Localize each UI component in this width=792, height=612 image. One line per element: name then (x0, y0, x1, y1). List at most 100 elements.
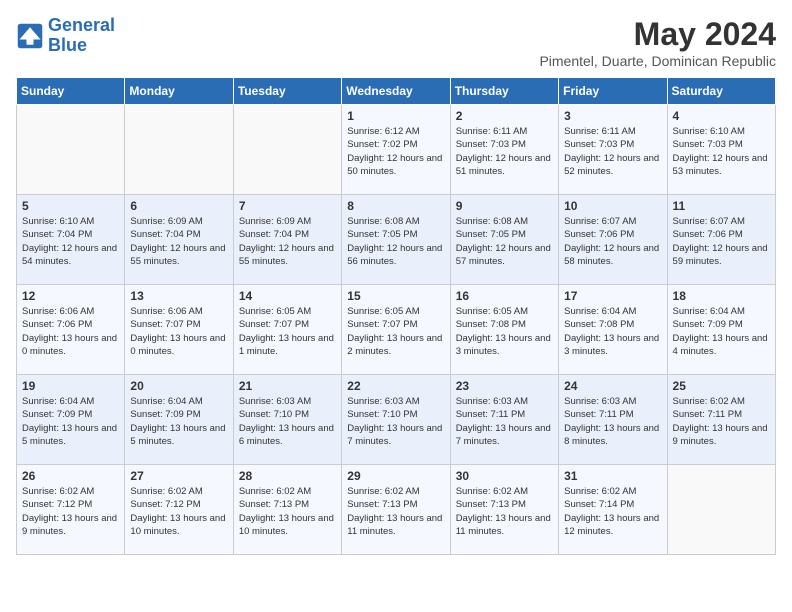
day-info: Sunrise: 6:04 AM Sunset: 7:09 PM Dayligh… (673, 305, 770, 358)
day-info: Sunrise: 6:09 AM Sunset: 7:04 PM Dayligh… (239, 215, 336, 268)
calendar-week-row: 19 Sunrise: 6:04 AM Sunset: 7:09 PM Dayli… (17, 375, 776, 465)
day-info: Sunrise: 6:05 AM Sunset: 7:07 PM Dayligh… (239, 305, 336, 358)
day-number: 29 (347, 469, 444, 483)
day-number: 31 (564, 469, 661, 483)
calendar-day-cell: 13 Sunrise: 6:06 AM Sunset: 7:07 PM Dayli… (125, 285, 233, 375)
day-info: Sunrise: 6:06 AM Sunset: 7:07 PM Dayligh… (130, 305, 227, 358)
day-info: Sunrise: 6:11 AM Sunset: 7:03 PM Dayligh… (456, 125, 553, 178)
weekday-header-cell: Thursday (450, 78, 558, 105)
day-number: 16 (456, 289, 553, 303)
day-number: 2 (456, 109, 553, 123)
logo: General Blue (16, 16, 115, 56)
calendar-day-cell: 6Sunrise: 6:09 AM Sunset: 7:04 PM Daylig… (125, 195, 233, 285)
day-info: Sunrise: 6:07 AM Sunset: 7:06 PM Dayligh… (564, 215, 661, 268)
day-info: Sunrise: 6:09 AM Sunset: 7:04 PM Dayligh… (130, 215, 227, 268)
calendar-table: SundayMondayTuesdayWednesdayThursdayFrid… (16, 77, 776, 555)
weekday-header-row: SundayMondayTuesdayWednesdayThursdayFrid… (17, 78, 776, 105)
calendar-day-cell: 5Sunrise: 6:10 AM Sunset: 7:04 PM Daylig… (17, 195, 125, 285)
day-info: Sunrise: 6:04 AM Sunset: 7:09 PM Dayligh… (130, 395, 227, 448)
day-number: 3 (564, 109, 661, 123)
day-info: Sunrise: 6:02 AM Sunset: 7:13 PM Dayligh… (347, 485, 444, 538)
day-number: 11 (673, 199, 770, 213)
weekday-header-cell: Friday (559, 78, 667, 105)
location-subtitle: Pimentel, Duarte, Dominican Republic (539, 53, 776, 69)
logo-icon (16, 22, 44, 50)
calendar-day-cell: 22 Sunrise: 6:03 AM Sunset: 7:10 PM Dayli… (342, 375, 450, 465)
logo-line2: Blue (48, 35, 87, 55)
day-info: Sunrise: 6:02 AM Sunset: 7:11 PM Dayligh… (673, 395, 770, 448)
calendar-day-cell: 15 Sunrise: 6:05 AM Sunset: 7:07 PM Dayli… (342, 285, 450, 375)
day-number: 10 (564, 199, 661, 213)
day-number: 15 (347, 289, 444, 303)
calendar-body: 1 Sunrise: 6:12 AM Sunset: 7:02 PM Daylig… (17, 105, 776, 555)
page-header: General Blue May 2024 Pimentel, Duarte, … (16, 16, 776, 69)
calendar-day-cell: 24Sunrise: 6:03 AM Sunset: 7:11 PM Dayli… (559, 375, 667, 465)
calendar-day-cell: 29 Sunrise: 6:02 AM Sunset: 7:13 PM Dayli… (342, 465, 450, 555)
calendar-day-cell: 8 Sunrise: 6:08 AM Sunset: 7:05 PM Daylig… (342, 195, 450, 285)
day-info: Sunrise: 6:02 AM Sunset: 7:13 PM Dayligh… (456, 485, 553, 538)
day-number: 19 (22, 379, 119, 393)
day-info: Sunrise: 6:02 AM Sunset: 7:12 PM Dayligh… (22, 485, 119, 538)
day-number: 27 (130, 469, 227, 483)
day-number: 22 (347, 379, 444, 393)
day-info: Sunrise: 6:11 AM Sunset: 7:03 PM Dayligh… (564, 125, 661, 178)
calendar-day-cell: 30Sunrise: 6:02 AM Sunset: 7:13 PM Dayli… (450, 465, 558, 555)
calendar-day-cell: 12 Sunrise: 6:06 AM Sunset: 7:06 PM Dayli… (17, 285, 125, 375)
calendar-day-cell: 26 Sunrise: 6:02 AM Sunset: 7:12 PM Dayli… (17, 465, 125, 555)
day-number: 14 (239, 289, 336, 303)
calendar-day-cell: 23Sunrise: 6:03 AM Sunset: 7:11 PM Dayli… (450, 375, 558, 465)
calendar-day-cell: 3 Sunrise: 6:11 AM Sunset: 7:03 PM Daylig… (559, 105, 667, 195)
day-info: Sunrise: 6:04 AM Sunset: 7:08 PM Dayligh… (564, 305, 661, 358)
calendar-day-cell: 27 Sunrise: 6:02 AM Sunset: 7:12 PM Dayli… (125, 465, 233, 555)
calendar-day-cell (17, 105, 125, 195)
calendar-day-cell: 28Sunrise: 6:02 AM Sunset: 7:13 PM Dayli… (233, 465, 341, 555)
day-number: 21 (239, 379, 336, 393)
day-info: Sunrise: 6:10 AM Sunset: 7:03 PM Dayligh… (673, 125, 770, 178)
day-info: Sunrise: 6:05 AM Sunset: 7:07 PM Dayligh… (347, 305, 444, 358)
weekday-header-cell: Sunday (17, 78, 125, 105)
logo-line1: General (48, 15, 115, 35)
calendar-day-cell: 4Sunrise: 6:10 AM Sunset: 7:03 PM Daylig… (667, 105, 775, 195)
day-number: 13 (130, 289, 227, 303)
calendar-day-cell: 25 Sunrise: 6:02 AM Sunset: 7:11 PM Dayli… (667, 375, 775, 465)
day-number: 26 (22, 469, 119, 483)
day-info: Sunrise: 6:04 AM Sunset: 7:09 PM Dayligh… (22, 395, 119, 448)
day-number: 25 (673, 379, 770, 393)
calendar-day-cell: 21 Sunrise: 6:03 AM Sunset: 7:10 PM Dayli… (233, 375, 341, 465)
day-info: Sunrise: 6:07 AM Sunset: 7:06 PM Dayligh… (673, 215, 770, 268)
calendar-day-cell: 31 Sunrise: 6:02 AM Sunset: 7:14 PM Dayli… (559, 465, 667, 555)
calendar-day-cell (233, 105, 341, 195)
day-number: 24 (564, 379, 661, 393)
day-info: Sunrise: 6:02 AM Sunset: 7:14 PM Dayligh… (564, 485, 661, 538)
calendar-week-row: 26 Sunrise: 6:02 AM Sunset: 7:12 PM Dayli… (17, 465, 776, 555)
day-number: 20 (130, 379, 227, 393)
calendar-day-cell: 9 Sunrise: 6:08 AM Sunset: 7:05 PM Daylig… (450, 195, 558, 285)
day-info: Sunrise: 6:03 AM Sunset: 7:10 PM Dayligh… (239, 395, 336, 448)
weekday-header-cell: Tuesday (233, 78, 341, 105)
day-number: 28 (239, 469, 336, 483)
calendar-day-cell: 17Sunrise: 6:04 AM Sunset: 7:08 PM Dayli… (559, 285, 667, 375)
day-number: 18 (673, 289, 770, 303)
day-info: Sunrise: 6:08 AM Sunset: 7:05 PM Dayligh… (456, 215, 553, 268)
day-number: 9 (456, 199, 553, 213)
day-info: Sunrise: 6:12 AM Sunset: 7:02 PM Dayligh… (347, 125, 444, 178)
day-info: Sunrise: 6:06 AM Sunset: 7:06 PM Dayligh… (22, 305, 119, 358)
calendar-day-cell (667, 465, 775, 555)
calendar-day-cell: 18 Sunrise: 6:04 AM Sunset: 7:09 PM Dayli… (667, 285, 775, 375)
calendar-day-cell: 20 Sunrise: 6:04 AM Sunset: 7:09 PM Dayli… (125, 375, 233, 465)
day-info: Sunrise: 6:05 AM Sunset: 7:08 PM Dayligh… (456, 305, 553, 358)
day-number: 1 (347, 109, 444, 123)
day-number: 5 (22, 199, 119, 213)
weekday-header-cell: Saturday (667, 78, 775, 105)
day-info: Sunrise: 6:03 AM Sunset: 7:10 PM Dayligh… (347, 395, 444, 448)
logo-text: General Blue (48, 16, 115, 56)
day-info: Sunrise: 6:02 AM Sunset: 7:12 PM Dayligh… (130, 485, 227, 538)
calendar-day-cell: 10 Sunrise: 6:07 AM Sunset: 7:06 PM Dayli… (559, 195, 667, 285)
calendar-day-cell: 14 Sunrise: 6:05 AM Sunset: 7:07 PM Dayli… (233, 285, 341, 375)
day-number: 7 (239, 199, 336, 213)
title-block: May 2024 Pimentel, Duarte, Dominican Rep… (539, 16, 776, 69)
day-number: 12 (22, 289, 119, 303)
day-info: Sunrise: 6:03 AM Sunset: 7:11 PM Dayligh… (456, 395, 553, 448)
day-number: 8 (347, 199, 444, 213)
day-info: Sunrise: 6:08 AM Sunset: 7:05 PM Dayligh… (347, 215, 444, 268)
